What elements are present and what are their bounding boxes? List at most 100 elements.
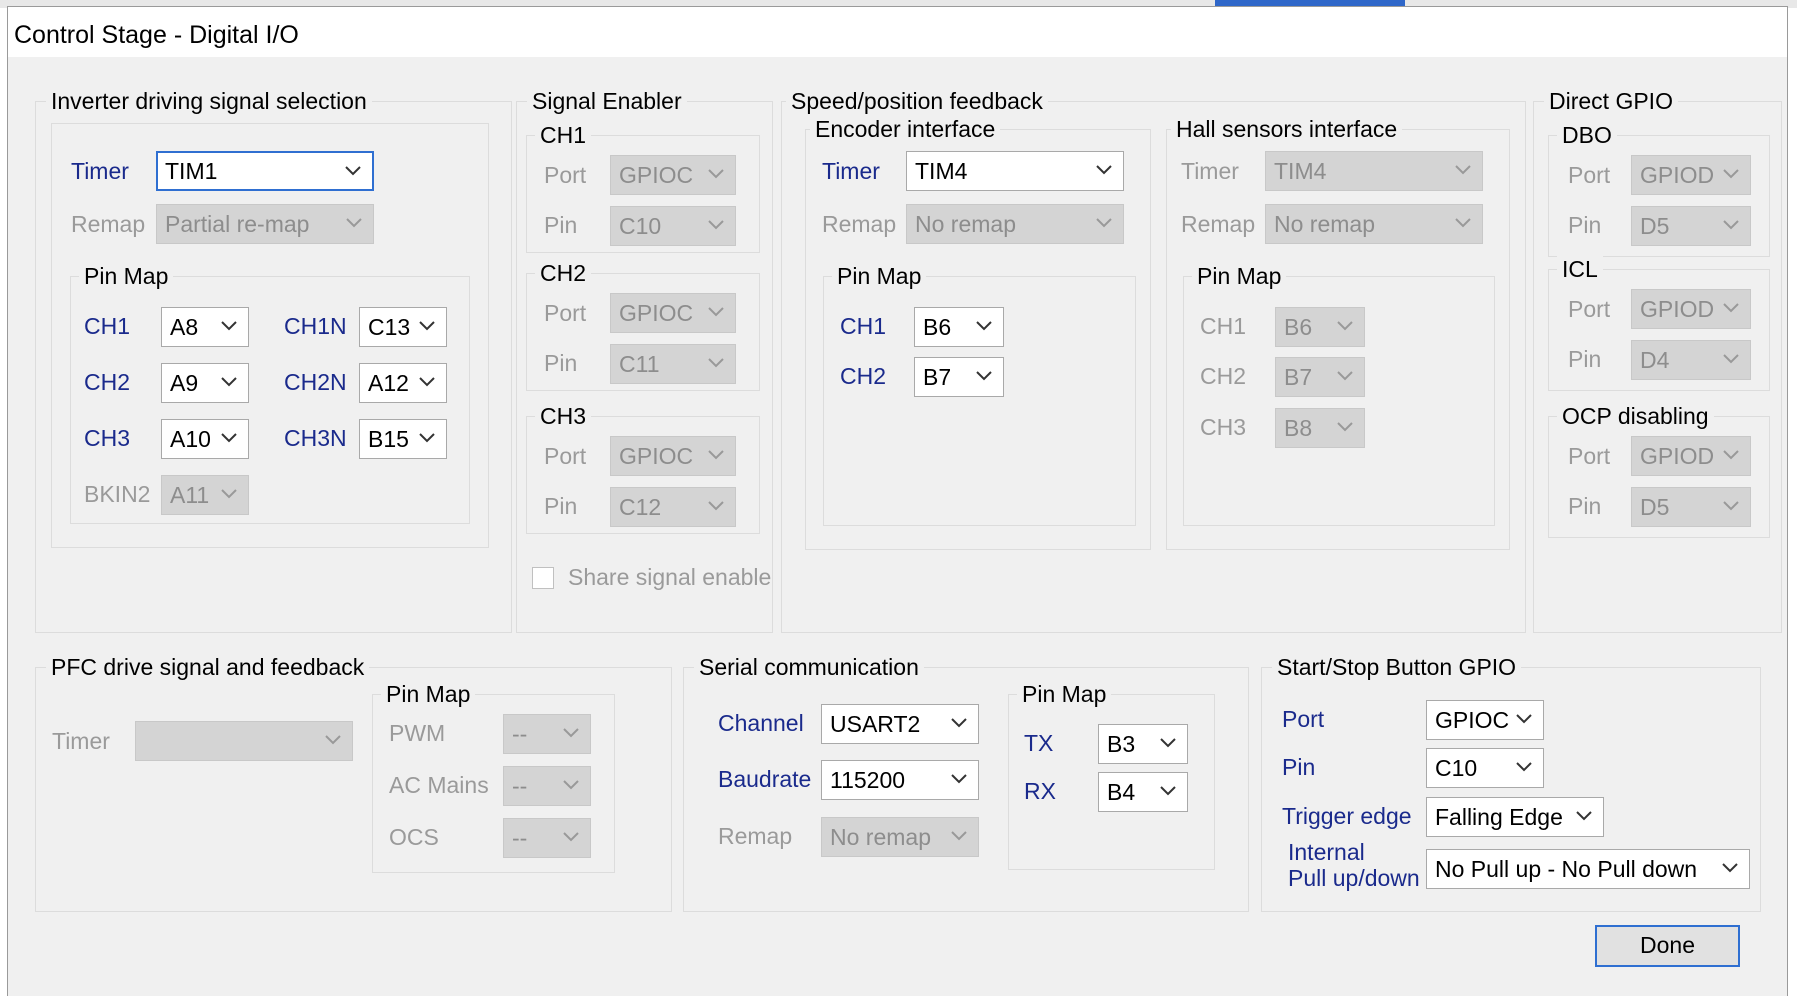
encoder-ch1-dropdown[interactable]: B6 xyxy=(914,307,1004,347)
hall-timer-dropdown[interactable]: TIM4 xyxy=(1265,151,1483,191)
icl-pin-dropdown[interactable]: D4 xyxy=(1631,340,1751,380)
hall-remap-dropdown[interactable]: No remap xyxy=(1265,204,1483,244)
enabler-ch3-legend: CH3 xyxy=(535,402,592,430)
startstop-pin-dropdown[interactable]: C10 xyxy=(1426,748,1544,788)
chevron-down-icon xyxy=(345,217,363,229)
enabler-ch1-pin-label: Pin xyxy=(544,212,578,238)
hall-ch3-dropdown[interactable]: B8 xyxy=(1275,408,1365,448)
inverter-ch1-dropdown[interactable]: A8 xyxy=(161,307,249,347)
enabler-ch2-pin-dropdown[interactable]: C11 xyxy=(610,344,736,384)
inverter-ch3-dropdown[interactable]: A10 xyxy=(161,419,249,459)
startstop-port-value: GPIOC xyxy=(1435,707,1510,733)
hall-ch3-label: CH3 xyxy=(1200,414,1247,440)
chevron-down-icon xyxy=(562,779,580,791)
pfc-ocs-dropdown[interactable]: -- xyxy=(503,818,591,858)
serial-remap-dropdown[interactable]: No remap xyxy=(821,817,979,857)
serial-channel-dropdown[interactable]: USART2 xyxy=(821,704,979,744)
pfc-timer-dropdown[interactable] xyxy=(135,721,353,761)
dbo-pin-value: D5 xyxy=(1640,213,1670,239)
startstop-trigger-value: Falling Edge xyxy=(1435,804,1563,830)
chevron-down-icon xyxy=(1515,713,1533,725)
enabler-ch3-port-value: GPIOC xyxy=(619,443,694,469)
inverter-ch2n-dropdown[interactable]: A12 xyxy=(359,363,447,403)
share-signal-enable-label: Share signal enable xyxy=(568,564,772,590)
pfc-pwm-value: -- xyxy=(512,721,528,747)
chevron-down-icon xyxy=(1336,320,1354,332)
chevron-down-icon xyxy=(707,357,725,369)
inverter-bkin2-dropdown[interactable]: A11 xyxy=(161,475,249,515)
dbo-port-dropdown[interactable]: GPIOD xyxy=(1631,155,1751,195)
hall-remap-value: No remap xyxy=(1274,211,1375,237)
dbo-port-value: GPIOD xyxy=(1640,162,1715,188)
ocp-pin-dropdown[interactable]: D5 xyxy=(1631,487,1751,527)
enabler-ch2-port-value: GPIOC xyxy=(619,300,694,326)
startstop-pin-label: Pin xyxy=(1282,754,1316,780)
inverter-ch2-dropdown[interactable]: A9 xyxy=(161,363,249,403)
startstop-pin-value: C10 xyxy=(1435,755,1478,781)
serial-tx-value: B3 xyxy=(1107,731,1136,757)
window-title: Control Stage - Digital I/O xyxy=(14,21,299,49)
done-button[interactable]: Done xyxy=(1595,925,1740,967)
pfc-ac-mains-label: AC Mains xyxy=(389,772,489,798)
inverter-ch3n-value: B15 xyxy=(368,426,409,452)
serial-baudrate-label: Baudrate xyxy=(718,766,812,792)
ocp-port-dropdown[interactable]: GPIOD xyxy=(1631,436,1751,476)
startstop-port-label: Port xyxy=(1282,706,1325,732)
pfc-ac-mains-dropdown[interactable]: -- xyxy=(503,766,591,806)
ocp-legend: OCP disabling xyxy=(1557,402,1714,430)
hall-ch1-dropdown[interactable]: B6 xyxy=(1275,307,1365,347)
direct-gpio-legend: Direct GPIO xyxy=(1544,87,1678,115)
enabler-ch2-pin-value: C11 xyxy=(619,351,660,377)
chevron-down-icon xyxy=(1095,164,1113,176)
enabler-ch1-pin-dropdown[interactable]: C10 xyxy=(610,206,736,246)
chevron-down-icon xyxy=(950,717,968,729)
chevron-down-icon xyxy=(1722,500,1740,512)
dbo-pin-label: Pin xyxy=(1568,212,1602,238)
encoder-remap-value: No remap xyxy=(915,211,1016,237)
chevron-down-icon xyxy=(562,831,580,843)
serial-tx-dropdown[interactable]: B3 xyxy=(1098,724,1188,764)
inverter-bkin2-label: BKIN2 xyxy=(84,481,151,507)
chevron-down-icon xyxy=(418,320,436,332)
encoder-ch2-label: CH2 xyxy=(840,363,887,389)
inverter-ch3-label: CH3 xyxy=(84,425,131,451)
pfc-pinmap-legend: Pin Map xyxy=(381,680,476,708)
inverter-remap-value: Partial re-map xyxy=(165,211,310,237)
encoder-timer-value: TIM4 xyxy=(915,158,968,184)
title-bar: Control Stage - Digital I/O xyxy=(8,7,1787,57)
dbo-pin-dropdown[interactable]: D5 xyxy=(1631,206,1751,246)
inverter-timer-dropdown[interactable]: TIM1 xyxy=(156,151,374,191)
startstop-trigger-dropdown[interactable]: Falling Edge xyxy=(1426,797,1604,837)
serial-rx-label: RX xyxy=(1024,778,1056,804)
startstop-port-dropdown[interactable]: GPIOC xyxy=(1426,700,1544,740)
chevron-down-icon xyxy=(1515,761,1533,773)
enabler-ch1-port-label: Port xyxy=(544,162,587,188)
inverter-ch2-label: CH2 xyxy=(84,369,131,395)
icl-port-dropdown[interactable]: GPIOD xyxy=(1631,289,1751,329)
chevron-down-icon xyxy=(1336,421,1354,433)
dbo-legend: DBO xyxy=(1557,121,1617,149)
serial-baudrate-dropdown[interactable]: 115200 xyxy=(821,760,979,800)
encoder-ch2-dropdown[interactable]: B7 xyxy=(914,357,1004,397)
enabler-ch1-port-dropdown[interactable]: GPIOC xyxy=(610,155,736,195)
serial-channel-label: Channel xyxy=(718,710,804,736)
startstop-trigger-label: Trigger edge xyxy=(1282,803,1412,829)
enabler-ch3-pin-dropdown[interactable]: C12 xyxy=(610,487,736,527)
share-signal-enable-checkbox[interactable] xyxy=(532,567,554,589)
inverter-ch2n-label: CH2N xyxy=(284,369,347,395)
serial-rx-dropdown[interactable]: B4 xyxy=(1098,772,1188,812)
enabler-ch2-port-dropdown[interactable]: GPIOC xyxy=(610,293,736,333)
startstop-legend: Start/Stop Button GPIO xyxy=(1272,653,1522,681)
enabler-ch3-port-dropdown[interactable]: GPIOC xyxy=(610,436,736,476)
inverter-ch3n-dropdown[interactable]: B15 xyxy=(359,419,447,459)
inverter-ch1n-dropdown[interactable]: C13 xyxy=(359,307,447,347)
startstop-pull-dropdown[interactable]: No Pull up - No Pull down xyxy=(1426,849,1750,889)
hall-ch2-dropdown[interactable]: B7 xyxy=(1275,357,1365,397)
pfc-pwm-dropdown[interactable]: -- xyxy=(503,714,591,754)
encoder-timer-dropdown[interactable]: TIM4 xyxy=(906,151,1124,191)
serial-channel-value: USART2 xyxy=(830,711,921,737)
dbo-port-label: Port xyxy=(1568,162,1611,188)
inverter-remap-dropdown[interactable]: Partial re-map xyxy=(156,204,374,244)
inverter-ch2n-value: A12 xyxy=(368,370,409,396)
encoder-remap-dropdown[interactable]: No remap xyxy=(906,204,1124,244)
